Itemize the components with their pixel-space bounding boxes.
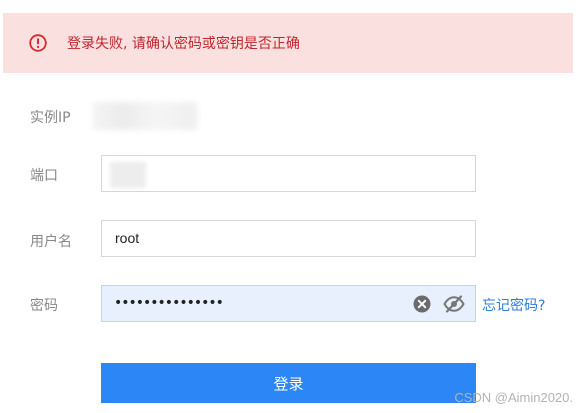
port-value-redacted bbox=[110, 162, 146, 188]
watermark: CSDN @Aimin2020. bbox=[454, 390, 573, 405]
eye-slash-icon[interactable] bbox=[443, 294, 465, 314]
password-value: ••••••••••••••• bbox=[114, 295, 224, 311]
port-input[interactable] bbox=[101, 155, 476, 192]
instance-ip-label: 实例IP bbox=[30, 110, 71, 126]
error-alert: 登录失败, 请确认密码或密钥是否正确 bbox=[3, 13, 573, 73]
forgot-password-link[interactable]: 忘记密码? bbox=[482, 295, 545, 315]
password-input[interactable]: ••••••••••••••• bbox=[101, 285, 476, 322]
instance-ip-value-redacted bbox=[93, 102, 197, 130]
username-value: root bbox=[115, 230, 140, 246]
clear-icon[interactable] bbox=[413, 295, 431, 313]
login-button[interactable]: 登录 bbox=[101, 363, 476, 403]
username-label: 用户名 bbox=[30, 234, 72, 250]
port-label: 端口 bbox=[30, 168, 58, 184]
error-circle-icon bbox=[29, 34, 47, 52]
alert-message: 登录失败, 请确认密码或密钥是否正确 bbox=[67, 36, 300, 52]
username-input[interactable]: root bbox=[101, 220, 476, 257]
password-label: 密码 bbox=[30, 298, 58, 314]
